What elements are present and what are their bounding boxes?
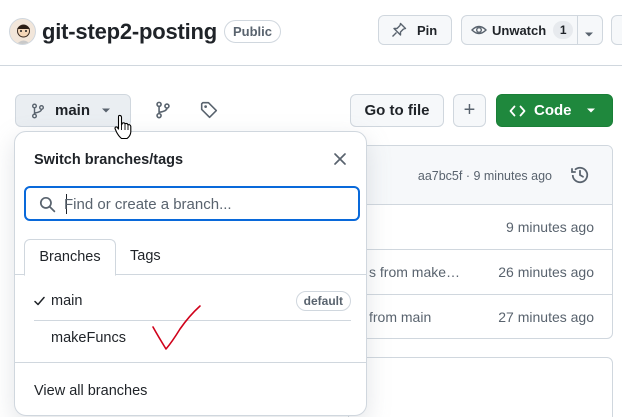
row-commit-time: 9 minutes ago [506, 219, 594, 235]
latest-commit-bar: aa7bc5f · 9 minutes ago [349, 146, 612, 205]
branch-name: makeFuncs [51, 330, 126, 346]
tag-icon[interactable] [200, 101, 218, 119]
file-list: aa7bc5f · 9 minutes ago 9 minutes ago s … [348, 145, 613, 339]
caret-down-icon [101, 107, 111, 115]
pin-label: Pin [417, 22, 438, 38]
branch-switcher-dropdown: Switch branches/tags Branches Tags main … [14, 131, 367, 416]
latest-commit-meta[interactable]: aa7bc5f · 9 minutes ago [418, 169, 552, 183]
readme-box [348, 357, 613, 417]
close-icon[interactable] [333, 152, 347, 166]
avatar[interactable] [9, 18, 36, 45]
file-row[interactable]: 9 minutes ago [349, 205, 612, 250]
row-commit-time: 27 minutes ago [498, 309, 594, 325]
commit-hash[interactable]: aa7bc5f [418, 169, 462, 183]
pin-icon [391, 22, 407, 38]
tab-branches[interactable]: Branches [24, 239, 116, 276]
check-icon [34, 296, 45, 306]
eye-icon [471, 22, 487, 38]
row-commit-time: 26 minutes ago [498, 264, 594, 280]
visibility-badge: Public [224, 20, 282, 43]
branch-search-field[interactable] [24, 186, 360, 221]
code-label: Code [534, 102, 572, 119]
row-commit-message[interactable]: from main [369, 309, 431, 325]
branch-search-input[interactable] [64, 193, 349, 215]
file-row[interactable]: s from make… 26 minutes ago [349, 250, 612, 295]
dropdown-footer: View all branches [15, 362, 366, 416]
history-icon[interactable] [570, 165, 590, 185]
repo-name-link[interactable]: git-step2-posting [42, 19, 217, 45]
code-button[interactable]: Code [496, 94, 613, 127]
commit-time: 9 minutes ago [473, 169, 552, 183]
git-branch-icon [30, 103, 46, 119]
branch-name: main [51, 293, 83, 309]
red-check-annotation [152, 305, 201, 350]
unwatch-label: Unwatch [492, 22, 547, 38]
add-file-button[interactable]: + [453, 94, 486, 127]
file-row[interactable]: from main 27 minutes ago [349, 295, 612, 338]
star-button[interactable] [611, 15, 622, 45]
branch-tag-tabs: Branches Tags [15, 239, 366, 276]
caret-down-icon[interactable] [584, 27, 594, 42]
unwatch-button[interactable]: Unwatch 1 [461, 15, 603, 45]
branch-select-label: main [55, 102, 91, 119]
branches-icon[interactable] [154, 101, 172, 119]
repo-header: git-step2-posting Public Pin Unwatch 1 [0, 0, 622, 66]
hand-cursor-icon [114, 114, 132, 140]
go-to-file-button[interactable]: Go to file [350, 94, 444, 127]
pin-button[interactable]: Pin [378, 15, 452, 45]
watch-count: 1 [553, 21, 574, 39]
row-commit-message[interactable]: s from make… [369, 264, 460, 280]
view-all-branches-link[interactable]: View all branches [34, 383, 147, 399]
code-icon [509, 104, 526, 118]
watch-divider [577, 16, 578, 44]
caret-down-icon [586, 107, 596, 115]
default-badge: default [295, 291, 351, 311]
dropdown-title: Switch branches/tags [34, 152, 184, 168]
search-icon [39, 196, 56, 213]
tab-tags[interactable]: Tags [130, 239, 161, 275]
